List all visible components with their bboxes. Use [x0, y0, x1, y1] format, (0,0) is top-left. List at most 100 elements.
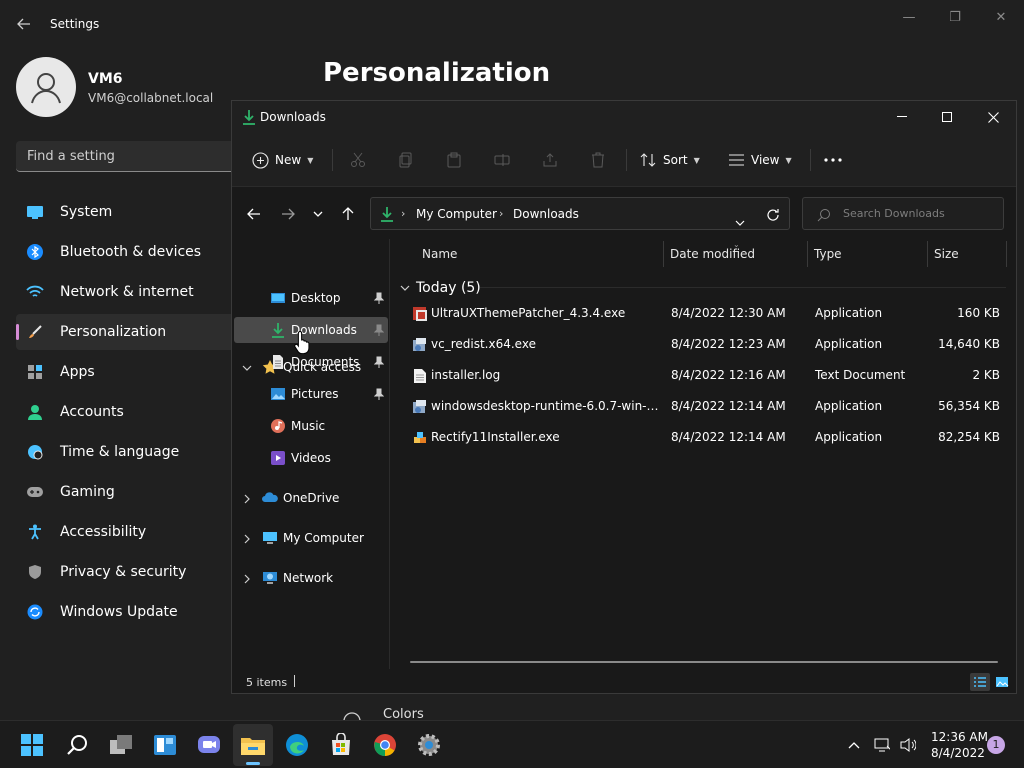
search-input[interactable] [843, 198, 998, 229]
tree-item-my-computer[interactable]: My Computer [234, 525, 388, 551]
column-header-name[interactable]: Name [422, 247, 457, 261]
pin-icon[interactable] [373, 292, 385, 304]
notification-badge[interactable]: 1 [987, 736, 1005, 754]
system-icon [26, 203, 44, 221]
minimize-icon[interactable]: — [894, 8, 924, 28]
settings-gear-icon[interactable] [416, 732, 442, 758]
more-options-icon[interactable] [824, 147, 842, 173]
pin-icon[interactable] [373, 356, 385, 368]
share-icon[interactable] [542, 152, 558, 168]
colors-setting-row[interactable]: Colors [325, 700, 1015, 722]
nav-item-accessibility[interactable]: Accessibility [16, 514, 246, 550]
nav-item-privacy[interactable]: Privacy & security [16, 554, 246, 590]
column-divider[interactable] [927, 241, 928, 267]
nav-item-time-language[interactable]: Time & language [16, 434, 246, 470]
nav-item-system[interactable]: System [16, 194, 246, 230]
tree-item-videos[interactable]: Videos [234, 445, 388, 471]
address-dropdown-icon[interactable] [735, 211, 745, 230]
file-explorer-icon[interactable] [240, 732, 266, 758]
maximize-icon[interactable] [924, 101, 970, 133]
sort-button[interactable]: Sort ▼ [640, 147, 700, 173]
file-list-pane: Name ⌄ Date modified Type Size Today (5)… [392, 239, 1016, 669]
tiles-view-icon[interactable] [992, 673, 1012, 691]
tree-item-music[interactable]: Music [234, 413, 388, 439]
nav-item-accounts[interactable]: Accounts [16, 394, 246, 430]
cut-icon[interactable] [350, 152, 366, 168]
view-label: View [751, 153, 780, 167]
search-box[interactable] [802, 197, 1004, 230]
find-setting-box[interactable] [16, 141, 246, 172]
column-divider[interactable] [1006, 241, 1007, 267]
nav-item-windows-update[interactable]: Windows Update [16, 594, 246, 630]
nav-label: Accessibility [60, 524, 147, 540]
network-tray-icon[interactable] [874, 737, 890, 753]
edge-browser-icon[interactable] [284, 732, 310, 758]
file-row[interactable]: Rectify11Installer.exe 8/4/2022 12:14 AM… [404, 424, 1004, 452]
new-button[interactable]: New ▼ [252, 147, 313, 173]
delete-icon[interactable] [590, 152, 606, 168]
tree-item-desktop[interactable]: Desktop [234, 285, 388, 311]
file-row[interactable]: UltraUXThemePatcher_4.3.4.exe 8/4/2022 1… [404, 300, 1004, 328]
close-icon[interactable]: ✕ [986, 8, 1016, 28]
clock-date[interactable]: 8/4/2022 [931, 746, 985, 760]
command-bar: New ▼ Sort ▼ View ▼ [232, 133, 1016, 187]
nav-item-bluetooth[interactable]: Bluetooth & devices [16, 234, 246, 270]
nav-item-personalization[interactable]: Personalization [16, 314, 246, 350]
windows-start-icon[interactable] [19, 732, 45, 758]
chevron-up-icon[interactable] [846, 737, 862, 753]
shield-icon [26, 563, 44, 581]
search-icon[interactable] [64, 732, 90, 758]
store-icon[interactable] [328, 732, 354, 758]
file-row[interactable]: vc_redist.x64.exe 8/4/2022 12:23 AM Appl… [404, 331, 1004, 359]
up-arrow-icon[interactable] [340, 206, 356, 222]
breadcrumb-downloads[interactable]: Downloads [513, 207, 579, 221]
back-arrow-icon[interactable] [246, 206, 262, 222]
file-type: Application [815, 430, 883, 444]
file-row[interactable]: windowsdesktop-runtime-6.0.7-win-x64....… [404, 393, 1004, 421]
refresh-icon[interactable] [766, 207, 780, 226]
column-header-date[interactable]: Date modified [670, 247, 755, 261]
address-bar[interactable]: › My Computer › Downloads [370, 197, 790, 230]
horizontal-scrollbar[interactable] [410, 661, 998, 663]
breadcrumb-my-computer[interactable]: My Computer [416, 207, 497, 221]
nav-item-network[interactable]: Network & internet [16, 274, 246, 310]
file-date: 8/4/2022 12:30 AM [671, 306, 786, 320]
minimize-icon[interactable] [879, 101, 925, 133]
column-header-type[interactable]: Type [814, 247, 842, 261]
recent-locations-chevron-icon[interactable] [310, 206, 326, 222]
rename-icon[interactable] [494, 152, 510, 168]
nav-item-apps[interactable]: Apps [16, 354, 246, 390]
view-button[interactable]: View ▼ [728, 147, 792, 173]
chevron-right-icon [242, 573, 252, 584]
group-header-today[interactable]: Today (5) [400, 279, 481, 297]
copy-icon[interactable] [398, 152, 414, 168]
tree-item-onedrive[interactable]: OneDrive [234, 485, 388, 511]
close-icon[interactable] [970, 101, 1016, 133]
back-arrow-icon[interactable] [14, 14, 34, 34]
column-divider[interactable] [663, 241, 664, 267]
tree-item-network[interactable]: Network [234, 565, 388, 591]
find-setting-input[interactable] [16, 141, 246, 171]
column-header-size[interactable]: Size [934, 247, 959, 261]
user-name: VM6 [88, 71, 123, 87]
widgets-icon[interactable] [152, 732, 178, 758]
tree-item-pictures[interactable]: Pictures [234, 381, 388, 407]
pin-icon[interactable] [373, 388, 385, 400]
file-name: vc_redist.x64.exe [431, 337, 536, 351]
task-view-icon[interactable] [108, 732, 134, 758]
chrome-browser-icon[interactable] [372, 732, 398, 758]
clock-time[interactable]: 12:36 AM [931, 730, 988, 744]
file-date: 8/4/2022 12:16 AM [671, 368, 786, 382]
avatar[interactable] [16, 57, 76, 117]
forward-arrow-icon[interactable] [280, 206, 296, 222]
pin-icon[interactable] [373, 324, 385, 336]
nav-item-gaming[interactable]: Gaming [16, 474, 246, 510]
explorer-titlebar[interactable]: Downloads [232, 101, 1016, 133]
paste-icon[interactable] [446, 152, 462, 168]
chat-icon[interactable] [196, 732, 222, 758]
maximize-icon[interactable]: ❐ [940, 8, 970, 28]
column-divider[interactable] [807, 241, 808, 267]
file-row[interactable]: installer.log 8/4/2022 12:16 AM Text Doc… [404, 362, 1004, 390]
details-view-icon[interactable] [970, 673, 990, 691]
volume-icon[interactable] [900, 737, 916, 753]
